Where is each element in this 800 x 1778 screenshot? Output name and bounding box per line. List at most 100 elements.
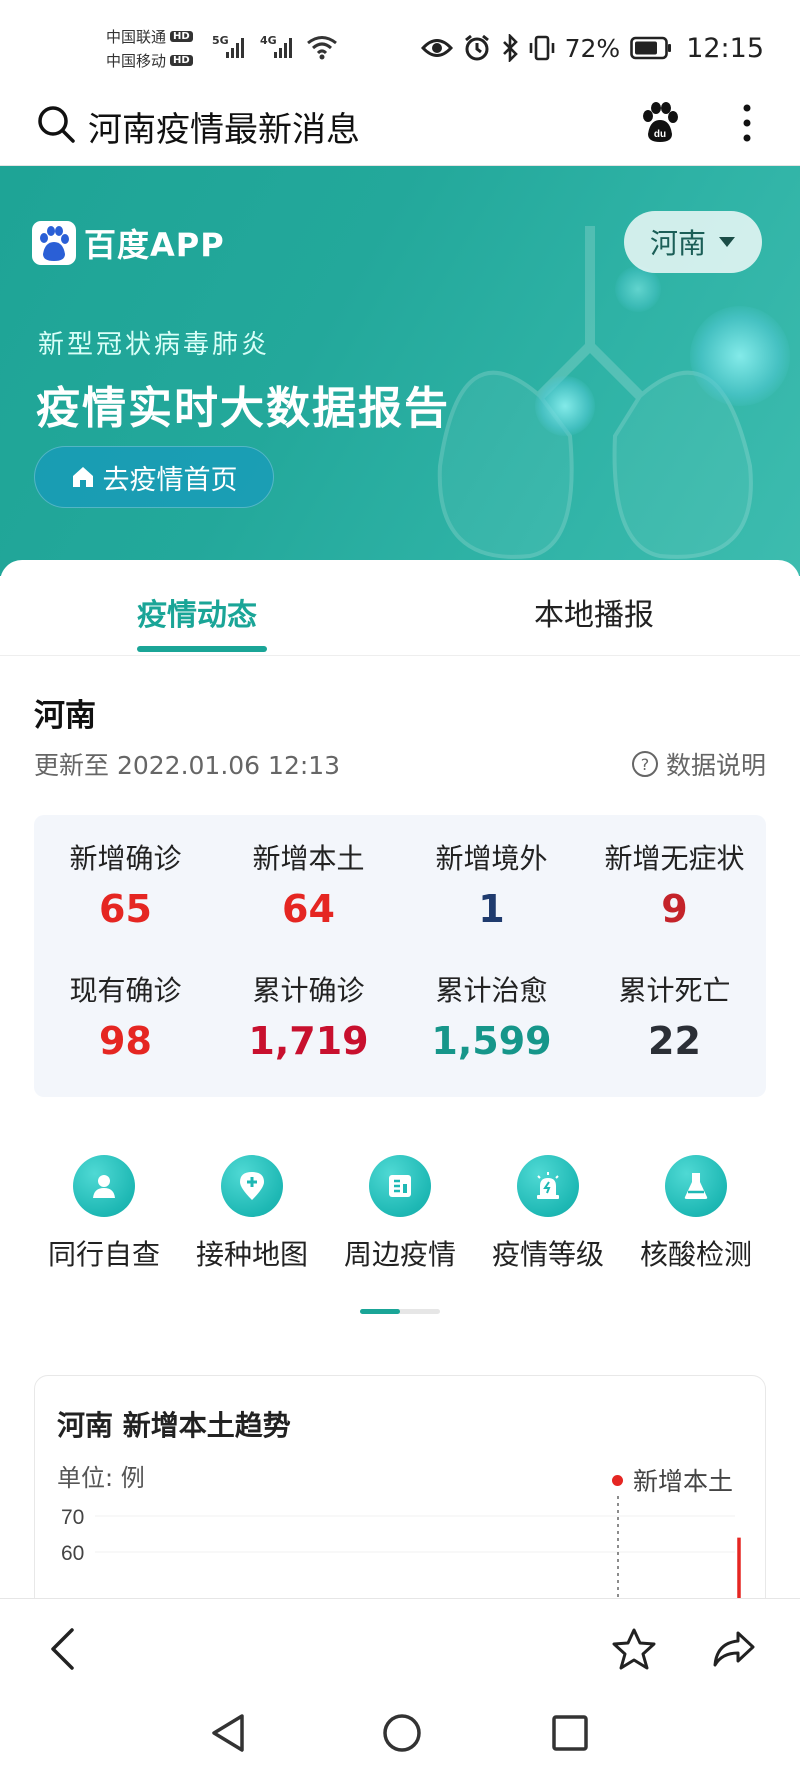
status-icons: 72% 12:15 bbox=[420, 30, 764, 66]
stat-value: 64 bbox=[282, 887, 335, 931]
chart-legend: 新增本土 bbox=[611, 1462, 733, 1498]
eye-icon bbox=[420, 39, 453, 57]
brand-name: 百度APP bbox=[84, 226, 225, 264]
system-navigation-bar bbox=[0, 1698, 800, 1778]
stat-label: 新增确诊 bbox=[69, 842, 182, 875]
alarm-icon bbox=[464, 34, 489, 61]
legend-label: 新增本土 bbox=[632, 1467, 733, 1496]
tool-companion-check[interactable]: 同行自查 bbox=[30, 1155, 178, 1273]
share-icon[interactable] bbox=[712, 1629, 756, 1669]
chart-unit: 单位: 例 bbox=[57, 1464, 145, 1492]
active-tab-indicator bbox=[137, 646, 267, 652]
stat-new-local: 新增本土 64 bbox=[217, 837, 400, 931]
stat-total-confirmed: 累计确诊 1,719 bbox=[217, 969, 400, 1063]
stat-label: 现有确诊 bbox=[69, 974, 182, 1007]
tool-label: 同行自查 bbox=[47, 1238, 160, 1271]
stat-new-confirmed: 新增确诊 65 bbox=[34, 837, 217, 931]
carrier-name: 中国联通 bbox=[106, 28, 167, 46]
virus-illustration bbox=[690, 306, 790, 406]
stat-new-imported: 新增境外 1 bbox=[400, 837, 583, 931]
tool-label: 周边疫情 bbox=[343, 1238, 456, 1271]
battery-percent: 72% bbox=[564, 33, 621, 63]
virus-illustration bbox=[535, 376, 595, 436]
tool-risk-level[interactable]: 疫情等级 bbox=[474, 1155, 622, 1273]
summary-region: 河南 bbox=[34, 698, 96, 734]
data-note-label: 数据说明 bbox=[665, 751, 766, 780]
carrier-name: 中国移动 bbox=[106, 52, 167, 70]
carrier-1: 中国联通 HD bbox=[106, 26, 193, 47]
alarm-light-icon bbox=[517, 1155, 579, 1217]
bluetooth-icon bbox=[502, 34, 518, 62]
stat-total-recovered: 累计治愈 1,599 bbox=[400, 969, 583, 1063]
document-chart-icon bbox=[369, 1155, 431, 1217]
tool-label: 接种地图 bbox=[195, 1238, 308, 1271]
caret-down-icon bbox=[719, 237, 735, 247]
epidemic-home-button[interactable]: 去疫情首页 bbox=[34, 446, 274, 508]
more-options-icon[interactable] bbox=[740, 102, 754, 144]
carrier-2: 中国移动 HD bbox=[106, 50, 193, 71]
home-icon bbox=[72, 467, 93, 487]
content-card: 疫情动态 本地播报 河南 更新至 2022.01.06 12:13 ? 数据说明… bbox=[0, 560, 800, 1635]
bottom-toolbar bbox=[0, 1598, 800, 1698]
stat-current-confirmed: 现有确诊 98 bbox=[34, 969, 217, 1063]
hd-badge: HD bbox=[170, 55, 193, 66]
back-arrow-icon[interactable] bbox=[48, 1627, 76, 1671]
home-button-label: 去疫情首页 bbox=[102, 464, 238, 496]
stat-value: 98 bbox=[99, 1019, 152, 1063]
person-icon bbox=[73, 1155, 135, 1217]
baidu-logo-icon bbox=[32, 221, 76, 265]
nav-back-icon[interactable] bbox=[210, 1712, 246, 1754]
status-bar: 中国联通 HD 中国移动 HD 5G 4G 72% 12:15 bbox=[0, 0, 800, 90]
nav-home-icon[interactable] bbox=[382, 1713, 422, 1753]
signal-icon bbox=[226, 38, 244, 58]
tool-nucleic-test[interactable]: 核酸检测 bbox=[622, 1155, 770, 1273]
tool-label: 疫情等级 bbox=[491, 1238, 604, 1271]
banner-subtitle: 新型冠状病毒肺炎 bbox=[38, 330, 271, 360]
data-note-link[interactable]: ? 数据说明 bbox=[631, 746, 766, 782]
region-selector[interactable]: 河南 bbox=[624, 211, 762, 273]
chart-title: 河南 新增本土趋势 bbox=[57, 1409, 291, 1442]
trend-chart-card: 河南 新增本土趋势 单位: 例 新增本土 70 60 bbox=[34, 1375, 766, 1635]
stats-grid: 新增确诊 65 新增本土 64 新增境外 1 新增无症状 9 现有确诊 98 累… bbox=[34, 815, 766, 1097]
stat-label: 累计治愈 bbox=[435, 974, 548, 1007]
banner-title: 疫情实时大数据报告 bbox=[36, 383, 450, 434]
tools-page-indicator bbox=[360, 1309, 440, 1314]
stat-value: 1,719 bbox=[248, 1019, 369, 1063]
search-query[interactable]: 河南疫情最新消息 bbox=[88, 102, 360, 151]
nav-recents-icon[interactable] bbox=[552, 1715, 588, 1751]
svg-text:du: du bbox=[654, 129, 666, 140]
map-pin-plus-icon bbox=[221, 1155, 283, 1217]
star-favorite-icon[interactable] bbox=[611, 1627, 657, 1671]
stat-label: 新增境外 bbox=[435, 842, 548, 875]
divider bbox=[0, 655, 800, 656]
stat-value: 1,599 bbox=[431, 1019, 552, 1063]
hd-badge: HD bbox=[170, 31, 193, 42]
region-label: 河南 bbox=[649, 227, 706, 260]
stat-value: 1 bbox=[478, 887, 505, 931]
legend-dot bbox=[611, 1474, 623, 1486]
baidu-paw-icon[interactable]: du bbox=[640, 102, 678, 144]
update-timestamp: 更新至 2022.01.06 12:13 bbox=[34, 751, 341, 780]
vibrate-icon bbox=[529, 35, 554, 61]
stat-value: 9 bbox=[661, 887, 688, 931]
stat-label: 累计死亡 bbox=[618, 974, 731, 1007]
tool-vaccination-map[interactable]: 接种地图 bbox=[178, 1155, 326, 1273]
baidu-app-logo: 百度APP bbox=[32, 220, 225, 266]
tool-nearby-epidemic[interactable]: 周边疫情 bbox=[326, 1155, 474, 1273]
tab-epidemic-news[interactable]: 疫情动态 bbox=[137, 590, 257, 634]
battery-icon bbox=[630, 36, 672, 60]
wifi-icon bbox=[307, 36, 337, 60]
y-tick-label: 70 bbox=[61, 1506, 84, 1529]
stat-label: 新增本土 bbox=[252, 842, 365, 875]
stat-new-asymptomatic: 新增无症状 9 bbox=[583, 837, 766, 931]
stat-label: 累计确诊 bbox=[252, 974, 365, 1007]
tab-local-broadcast[interactable]: 本地播报 bbox=[534, 590, 654, 634]
clock-time: 12:15 bbox=[686, 32, 764, 64]
tool-label: 核酸检测 bbox=[639, 1238, 752, 1271]
help-icon: ? bbox=[631, 751, 658, 777]
stat-label: 新增无症状 bbox=[604, 842, 745, 875]
test-flask-icon bbox=[665, 1155, 727, 1217]
search-icon[interactable] bbox=[36, 104, 76, 144]
epidemic-banner: 百度APP 河南 新型冠状病毒肺炎 疫情实时大数据报告 去疫情首页 bbox=[0, 166, 800, 576]
y-tick-label: 60 bbox=[61, 1542, 84, 1565]
